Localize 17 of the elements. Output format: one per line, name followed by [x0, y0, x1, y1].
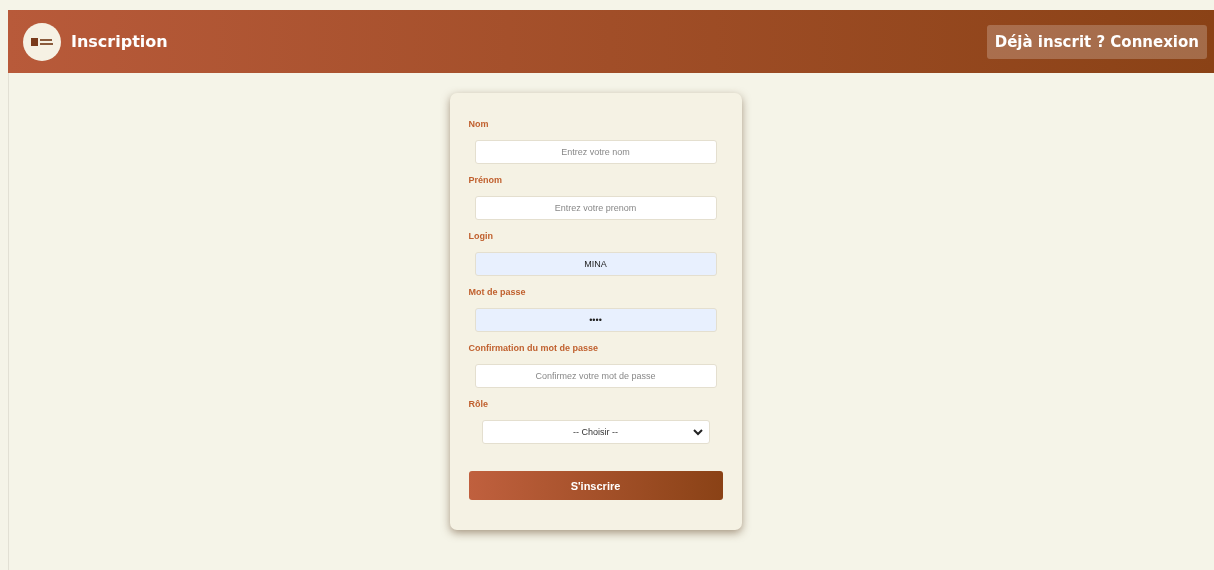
page-title: Inscription	[71, 32, 168, 51]
input-field[interactable]: Entrez votre nom	[474, 140, 717, 164]
field-label: Nom	[468, 119, 490, 129]
submit-button[interactable]: S'inscrire	[468, 471, 723, 500]
logo-icon	[23, 22, 61, 61]
chevron-down-icon	[692, 429, 703, 436]
field-label: Mot de passe	[468, 287, 527, 297]
input-field[interactable]: Entrez votre prenom	[474, 196, 717, 220]
field-label: Prénom	[468, 175, 503, 185]
field-label: Login	[468, 231, 494, 241]
field-label: Confirmation du mot de passe	[468, 343, 599, 353]
input-field[interactable]: ••••	[474, 308, 717, 332]
role-select[interactable]: -- Choisir --	[481, 420, 710, 444]
input-field[interactable]: MINA	[474, 252, 717, 276]
field-label: Rôle	[468, 399, 489, 409]
login-link[interactable]: Déjà inscrit ? Connexion	[986, 24, 1207, 59]
input-field[interactable]: Confirmez votre mot de passe	[474, 364, 717, 388]
